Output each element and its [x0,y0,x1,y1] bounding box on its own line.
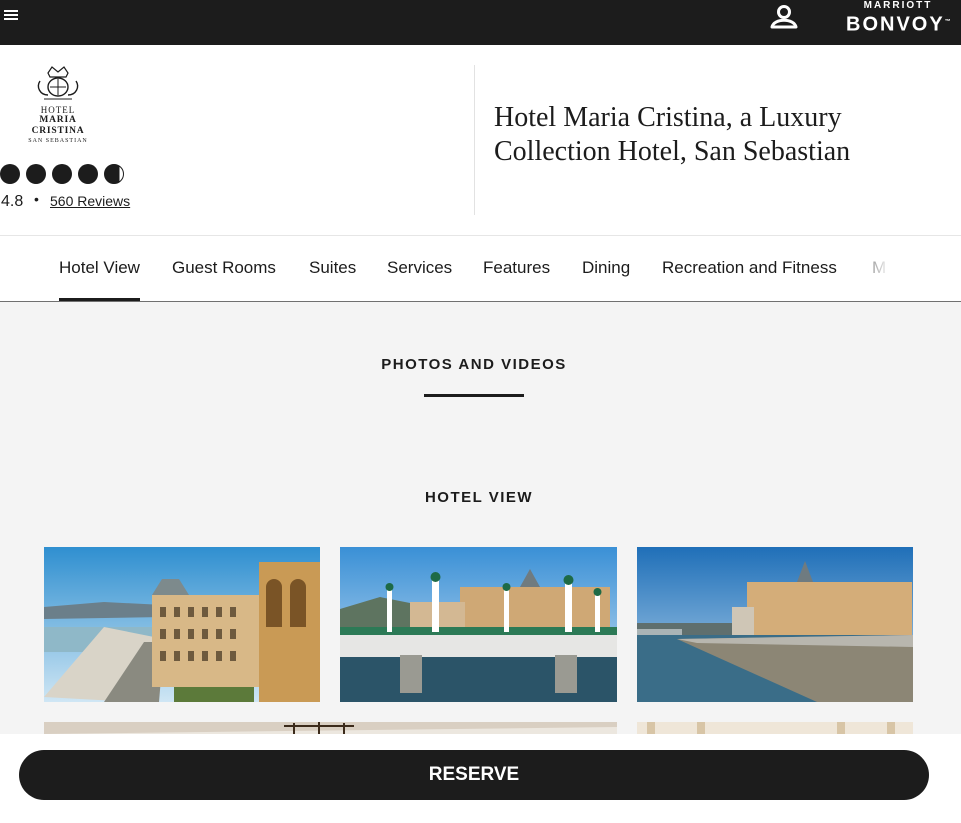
tab-guest-rooms[interactable]: Guest Rooms [172,258,276,278]
logo-line-3: SAN SEBASTIAN [28,138,88,144]
trademark-symbol: ™ [944,19,953,25]
gallery-photo[interactable] [44,722,617,734]
gallery-photo[interactable] [637,722,913,734]
rating-score: 4.8 [1,193,24,210]
logo-line-2: MARIA CRISTINA [31,115,85,136]
reserve-button[interactable]: RESERVE [19,750,929,800]
rating-dots [0,164,130,186]
rating-dot-partial-icon [104,164,124,184]
gallery-photo[interactable] [44,547,320,702]
rating-dot-icon [52,164,72,184]
heading-underline [424,394,524,397]
hamburger-menu-icon[interactable] [4,10,20,22]
tab-features[interactable]: Features [483,258,550,278]
hotel-logo: HOTEL MARIA CRISTINA SAN SEBASTIAN [12,65,104,145]
header-divider [474,65,475,215]
crown-crest-icon [37,66,79,100]
tab-suites[interactable]: Suites [309,258,356,278]
tab-services[interactable]: Services [387,258,452,278]
tab-dining[interactable]: Dining [582,258,630,278]
hotel-header: HOTEL MARIA CRISTINA SAN SEBASTIAN 4.8 •… [0,45,961,236]
hotel-view-heading: HOTEL VIEW [424,489,534,506]
photo-category-tabs: Hotel View Guest Rooms Suites Services F… [0,236,961,302]
hotel-name-title: Hotel Maria Cristina, a Luxury Collectio… [494,102,851,167]
user-profile-icon[interactable] [768,2,800,30]
brand-big-text: BONVOY [846,13,945,36]
tab-recreation-and-fitness[interactable]: Recreation and Fitness [662,258,837,278]
gallery-photo[interactable] [340,547,617,702]
rating-dot-icon [78,164,98,184]
reviews-link[interactable]: 560 Reviews [50,193,130,209]
rating-dot-icon [0,164,20,184]
rating-dot-icon [26,164,46,184]
top-navigation-bar: MARRIOTT BONVOY™ [0,0,961,45]
gallery-photo[interactable] [637,547,913,702]
rating-separator: • [34,191,39,207]
marriott-bonvoy-logo[interactable]: MARRIOTT BONVOY™ [846,0,953,36]
logo-line-1: HOTEL [40,105,76,115]
tabs-fade-overlay [860,236,961,300]
brand-small-text: MARRIOTT [863,0,933,11]
tab-hotel-view[interactable]: Hotel View [59,258,140,301]
photos-and-videos-heading: PHOTOS AND VIDEOS [381,356,567,373]
reserve-bar: RESERVE [0,734,961,823]
